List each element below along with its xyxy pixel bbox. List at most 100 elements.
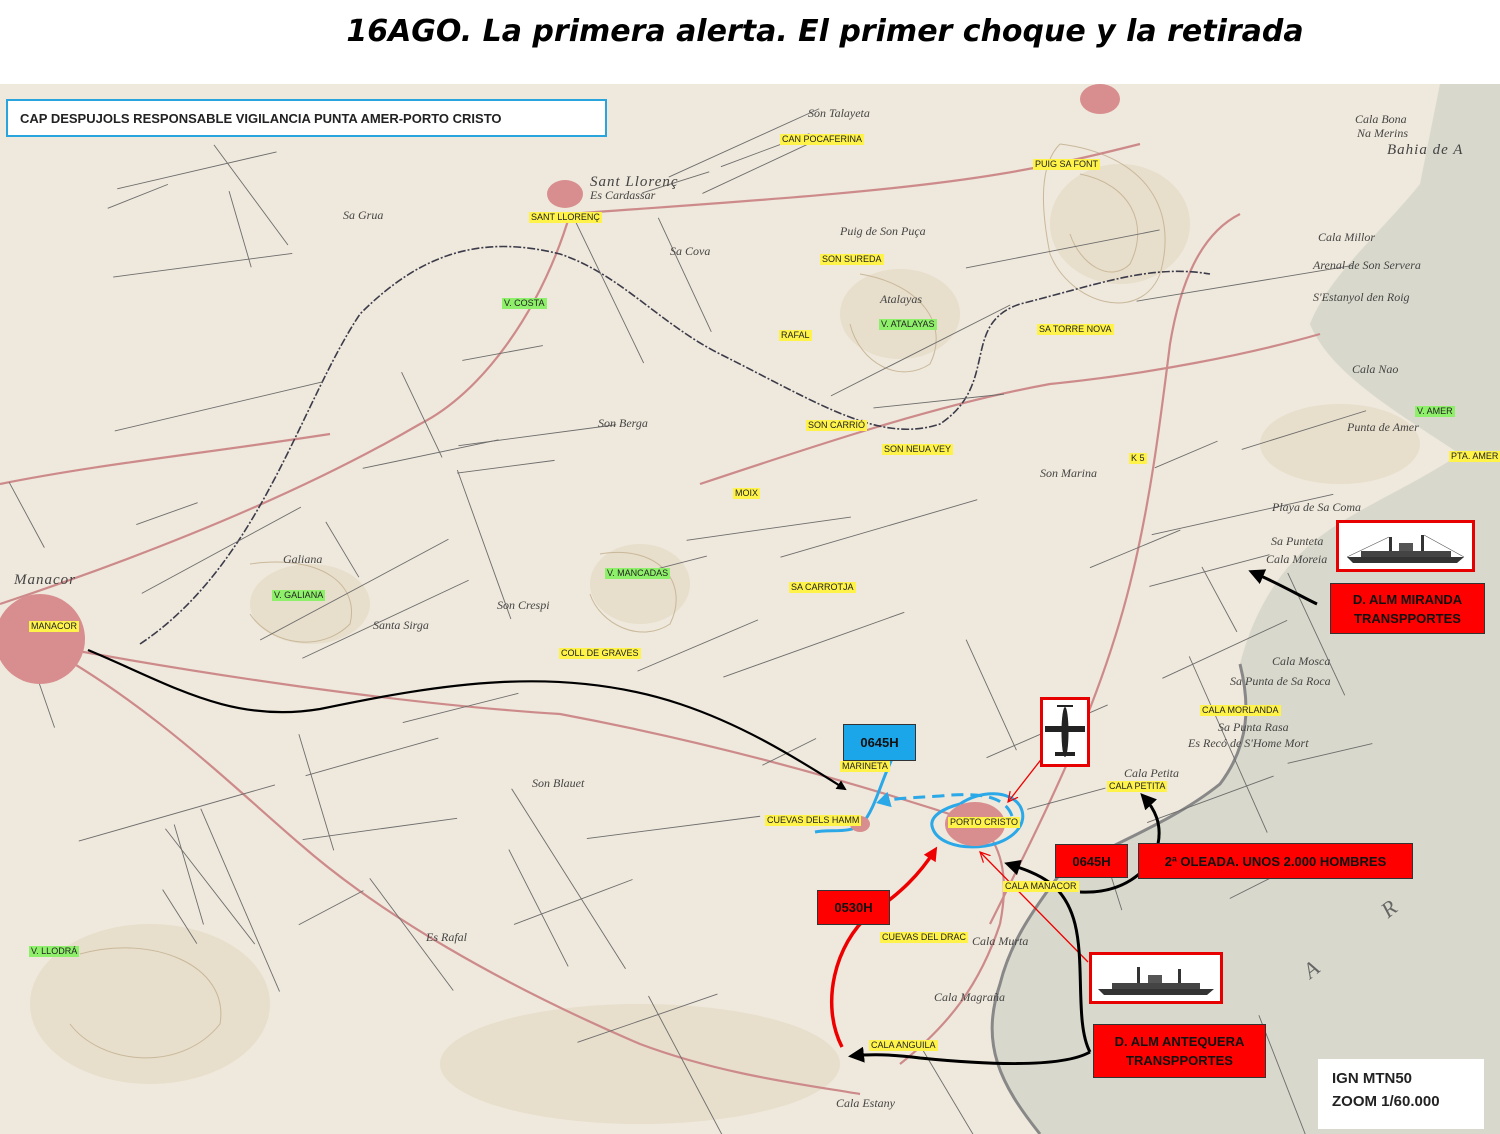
place-es-rafal: Es Rafal	[426, 930, 467, 944]
map-path-line	[107, 183, 169, 209]
place-cala-murta: Cala Murta	[972, 934, 1029, 948]
place-bahia: Bahia de A	[1387, 142, 1464, 158]
map-path-line	[113, 252, 293, 278]
label-puig-sa-font: PUIG SA FONT	[1033, 159, 1101, 170]
map-path-line	[511, 788, 626, 970]
map-path-line	[686, 516, 851, 541]
map-path-line	[8, 481, 45, 548]
map-path-line	[965, 639, 1017, 751]
map-path-line	[657, 217, 712, 333]
map-path-line	[456, 469, 512, 620]
map-path-line	[1201, 566, 1238, 633]
map-path-line	[462, 345, 543, 361]
manacor-town	[0, 594, 85, 684]
map-path-line	[117, 151, 277, 190]
place-cala-mosca: Cala Mosca	[1272, 654, 1331, 668]
label-can-pocaferina: CAN POCAFERINA	[780, 134, 865, 145]
map-path-line	[780, 499, 978, 558]
map-path-line	[637, 619, 759, 672]
map-path-line	[114, 381, 323, 432]
place-cala-moreia: Cala Moreia	[1266, 552, 1328, 566]
label-v-galiana: V. GALIANA	[272, 590, 326, 601]
place-playa-sa-coma: Playa de Sa Coma	[1272, 500, 1361, 514]
map-area[interactable]: CAP DESPUJOLS RESPONSABLE VIGILANCIA PUN…	[0, 84, 1500, 1134]
map-path-line	[873, 393, 1005, 409]
place-sa-cova: Sa Cova	[670, 244, 711, 258]
label-son-carrio: SON CARRIÓ	[806, 420, 868, 431]
place-sa-punteta: Sa Punteta	[1271, 534, 1324, 548]
label-cala-manacor: CALA MANACOR	[1003, 881, 1079, 892]
warship-antequera	[1089, 952, 1223, 1004]
airplane-icon	[1045, 705, 1085, 757]
label-moix: MOIX	[733, 488, 761, 499]
place-puig-son-puca: Puig de Son Puça	[840, 224, 926, 238]
place-manacor: Manacor	[14, 572, 76, 588]
label-cala-petita: CALA PETITA	[1107, 781, 1168, 792]
label-sa-torre-nova: SA TORRE NOVA	[1037, 324, 1114, 335]
box-time-0530: 0530H	[817, 890, 890, 925]
map-path-line	[302, 817, 458, 840]
label-v-costa: V. COSTA	[502, 298, 547, 309]
place-cala-petita: Cala Petita	[1124, 766, 1179, 780]
map-path-line	[458, 424, 617, 447]
map-path-line	[173, 824, 204, 925]
warship-icon	[1098, 967, 1214, 995]
place-cala-magrana: Cala Magraña	[934, 990, 1006, 1004]
place-son-crespi: Son Crespi	[497, 598, 550, 612]
label-son-neua-vey: SON NEUA VEY	[882, 444, 954, 455]
label-pta-amer: PTA. AMER	[1449, 451, 1500, 462]
map-path-line	[1154, 440, 1218, 469]
label-cuevas-drac: CUEVAS DEL DRAC	[880, 932, 969, 943]
red-arrow-0530	[829, 846, 938, 1048]
label-manacor: MANACOR	[29, 621, 80, 632]
place-es-reco: Es Recó de S'Home Mort	[1188, 736, 1309, 750]
place-cala-millor: Cala Millor	[1318, 230, 1376, 244]
place-galiana: Galiana	[283, 552, 323, 566]
label-sa-carrotja: SA CARROTJA	[789, 582, 856, 593]
map-path-line	[228, 190, 252, 268]
map-source: IGN MTN50	[1332, 1070, 1413, 1087]
map-path-line	[305, 737, 439, 777]
map-path-line	[586, 815, 761, 839]
label-v-atalayas: V. ATALAYAS	[879, 319, 937, 330]
place-es-cardassar: Es Cardassar	[590, 188, 656, 202]
son-servera-town	[1080, 84, 1120, 114]
place-sa-grua: Sa Grua	[343, 208, 384, 222]
place-son-talayeta: Son Talayeta	[808, 106, 870, 120]
label-porto-cristo: PORTO CRISTO	[948, 817, 1021, 828]
place-cala-bona: Cala Bona	[1355, 112, 1407, 126]
box-time-0645-blue: 0645H	[843, 724, 916, 761]
map-path-line	[136, 502, 198, 526]
place-punta-rasa: Sa Punta Rasa	[1218, 720, 1289, 734]
place-son-marina: Son Marina	[1040, 466, 1097, 480]
commander-note: CAP DESPUJOLS RESPONSABLE VIGILANCIA PUN…	[6, 99, 607, 137]
label-coll-de-graves: COLL DE GRAVES	[559, 648, 641, 659]
label-v-amer: V. AMER	[1415, 406, 1455, 417]
map-path-line	[213, 144, 289, 246]
place-cala-nao: Cala Nao	[1352, 362, 1399, 376]
label-cala-anguila: CALA ANGUILA	[869, 1040, 938, 1051]
label-v-llodra: V. LLODRÁ	[29, 946, 80, 957]
warship-miranda	[1336, 520, 1475, 572]
place-atalayas: Atalayas	[880, 292, 922, 306]
box-antequera: D. ALM ANTEQUERA TRANSPPORTES	[1093, 1024, 1266, 1078]
place-cala-estany: Cala Estany	[836, 1096, 895, 1110]
map-path-line	[508, 849, 569, 967]
map-path-line	[762, 738, 817, 766]
label-cuevas-hamm: CUEVAS DELS HAMM	[765, 815, 862, 826]
map-source-box: IGN MTN50 ZOOM 1/60.000	[1318, 1059, 1484, 1129]
place-estanyol: S'Estanyol den Roig	[1313, 290, 1410, 304]
place-santa-sirga: Santa Sirga	[373, 618, 429, 632]
label-rafal: RAFAL	[779, 330, 812, 341]
box-time-0645-red: 0645H	[1055, 844, 1128, 878]
label-cala-morlanda: CALA MORLANDA	[1200, 705, 1281, 716]
place-arenal: Arenal de Son Servera	[1313, 258, 1421, 272]
place-na-merins: Na Merins	[1357, 126, 1408, 140]
map-zoom: ZOOM 1/60.000	[1332, 1093, 1440, 1110]
map-canvas	[0, 84, 1500, 1134]
place-punta-amer: Punta de Amer	[1347, 420, 1419, 434]
place-son-blauet: Son Blauet	[532, 776, 585, 790]
map-path-line	[402, 692, 519, 724]
place-punta-sa-roca: Sa Punta de Sa Roca	[1230, 674, 1331, 688]
map-title: 16AGO. La primera alerta. El primer choq…	[346, 14, 1304, 49]
